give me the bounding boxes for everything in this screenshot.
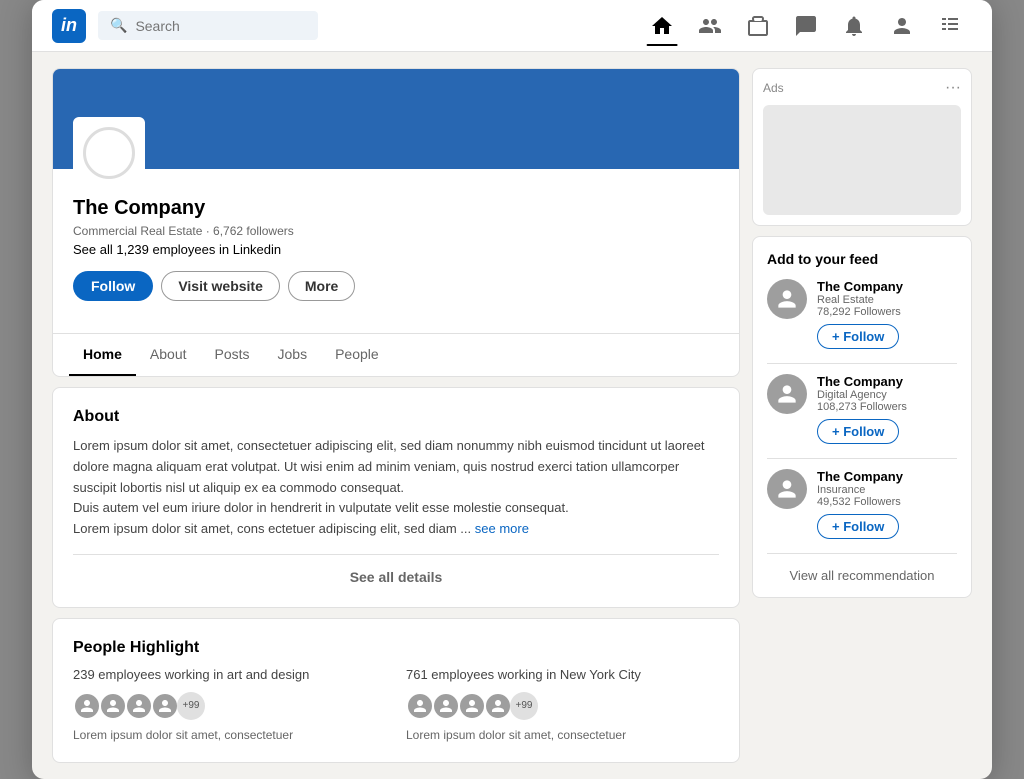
- tab-about[interactable]: About: [136, 334, 201, 376]
- feed-followers-3: 49,532 Followers: [817, 496, 957, 508]
- profile-tabs: Home About Posts Jobs People: [53, 333, 739, 376]
- company-meta: Commercial Real Estate · 6,762 followers: [73, 224, 719, 238]
- nav-jobs[interactable]: [736, 10, 780, 42]
- feed-divider-3: [767, 553, 957, 554]
- ads-placeholder: [763, 105, 961, 215]
- feed-item-1: The Company Real Estate 78,292 Followers…: [767, 279, 957, 349]
- nav-network[interactable]: [688, 10, 732, 42]
- feed-company-type-3: Insurance: [817, 484, 957, 496]
- highlight-subtext-1: Lorem ipsum dolor sit amet, consectetuer: [73, 728, 386, 742]
- linkedin-logo[interactable]: in: [52, 9, 86, 43]
- profile-info: The Company Commercial Real Estate · 6,7…: [53, 169, 739, 333]
- ads-dots[interactable]: ···: [945, 79, 961, 97]
- feed-company-name-2: The Company: [817, 374, 957, 389]
- feed-divider-2: [767, 458, 957, 459]
- about-text: Lorem ipsum dolor sit amet, consectetuer…: [73, 436, 719, 540]
- more-button[interactable]: More: [288, 271, 355, 301]
- left-column: The Company Commercial Real Estate · 6,7…: [52, 68, 740, 763]
- feed-followers-1: 78,292 Followers: [817, 306, 957, 318]
- employees-link[interactable]: See all 1,239 employees in Linkedin: [73, 242, 719, 257]
- see-more-link[interactable]: see more: [475, 521, 529, 536]
- people-highlight-card: People Highlight 239 employees working i…: [52, 618, 740, 763]
- ads-card: Ads ···: [752, 68, 972, 226]
- highlight-label-2: 761 employees working in New York City: [406, 667, 719, 682]
- highlight-subtext-2: Lorem ipsum dolor sit amet, consectetuer: [406, 728, 719, 742]
- highlight-item-2: 761 employees working in New York City +…: [406, 667, 719, 742]
- company-name: The Company: [73, 197, 719, 220]
- avatar: [151, 692, 179, 720]
- tab-jobs[interactable]: Jobs: [264, 334, 322, 376]
- feed-card: Add to your feed The Company Real Estate…: [752, 236, 972, 598]
- feed-company-name-1: The Company: [817, 279, 957, 294]
- feed-info-2: The Company Digital Agency 108,273 Follo…: [817, 374, 957, 444]
- nav-profile[interactable]: [880, 10, 924, 42]
- follow-button[interactable]: Follow: [73, 271, 153, 301]
- feed-divider-1: [767, 363, 957, 364]
- people-highlight-title: People Highlight: [73, 639, 719, 657]
- visit-website-button[interactable]: Visit website: [161, 271, 280, 301]
- app-window: in 🔍: [32, 0, 992, 779]
- avatar-row-1: +99: [73, 692, 386, 720]
- avatar-count-2: +99: [510, 692, 538, 720]
- feed-company-type-2: Digital Agency: [817, 389, 957, 401]
- avatar: [73, 692, 101, 720]
- tab-home[interactable]: Home: [69, 334, 136, 376]
- feed-avatar-3: [767, 469, 807, 509]
- avatar-count-1: +99: [177, 692, 205, 720]
- avatar: [406, 692, 434, 720]
- cover-photo: [53, 69, 739, 169]
- search-icon: 🔍: [110, 17, 127, 34]
- feed-item-2: The Company Digital Agency 108,273 Follo…: [767, 374, 957, 444]
- avatar: [99, 692, 127, 720]
- search-bar[interactable]: 🔍: [98, 11, 318, 40]
- feed-followers-2: 108,273 Followers: [817, 401, 957, 413]
- feed-avatar-2: [767, 374, 807, 414]
- nav-notifications[interactable]: [832, 10, 876, 42]
- see-all-details: See all details: [73, 554, 719, 587]
- see-all-link[interactable]: See all details: [350, 569, 443, 585]
- action-buttons: Follow Visit website More: [73, 271, 719, 301]
- avatar: [484, 692, 512, 720]
- feed-info-1: The Company Real Estate 78,292 Followers…: [817, 279, 957, 349]
- nav-messages[interactable]: [784, 10, 828, 42]
- feed-follow-button-3[interactable]: + Follow: [817, 514, 899, 539]
- company-logo: [73, 117, 145, 189]
- feed-item-3: The Company Insurance 49,532 Followers +…: [767, 469, 957, 539]
- avatar: [458, 692, 486, 720]
- feed-company-name-3: The Company: [817, 469, 957, 484]
- highlight-item-1: 239 employees working in art and design …: [73, 667, 386, 742]
- avatar: [432, 692, 460, 720]
- profile-card: The Company Commercial Real Estate · 6,7…: [52, 68, 740, 377]
- feed-info-3: The Company Insurance 49,532 Followers +…: [817, 469, 957, 539]
- ads-header: Ads ···: [763, 79, 961, 97]
- feed-follow-button-1[interactable]: + Follow: [817, 324, 899, 349]
- about-card: About Lorem ipsum dolor sit amet, consec…: [52, 387, 740, 608]
- highlight-grid: 239 employees working in art and design …: [73, 667, 719, 742]
- tab-people[interactable]: People: [321, 334, 393, 376]
- feed-title: Add to your feed: [767, 251, 957, 267]
- search-input[interactable]: [135, 18, 306, 34]
- nav-icons: [640, 10, 972, 42]
- avatar-row-2: +99: [406, 692, 719, 720]
- feed-avatar-1: [767, 279, 807, 319]
- logo-circle: [83, 127, 135, 179]
- feed-follow-button-2[interactable]: + Follow: [817, 419, 899, 444]
- feed-company-type-1: Real Estate: [817, 294, 957, 306]
- tab-posts[interactable]: Posts: [201, 334, 264, 376]
- highlight-label-1: 239 employees working in art and design: [73, 667, 386, 682]
- right-column: Ads ··· Add to your feed The Company Rea…: [752, 68, 972, 763]
- nav-home[interactable]: [640, 10, 684, 42]
- about-title: About: [73, 408, 719, 426]
- main-content: The Company Commercial Real Estate · 6,7…: [32, 52, 992, 779]
- ads-label: Ads: [763, 81, 784, 95]
- avatar: [125, 692, 153, 720]
- view-all-link[interactable]: View all recommendation: [767, 564, 957, 583]
- navbar: in 🔍: [32, 0, 992, 52]
- nav-apps[interactable]: [928, 10, 972, 42]
